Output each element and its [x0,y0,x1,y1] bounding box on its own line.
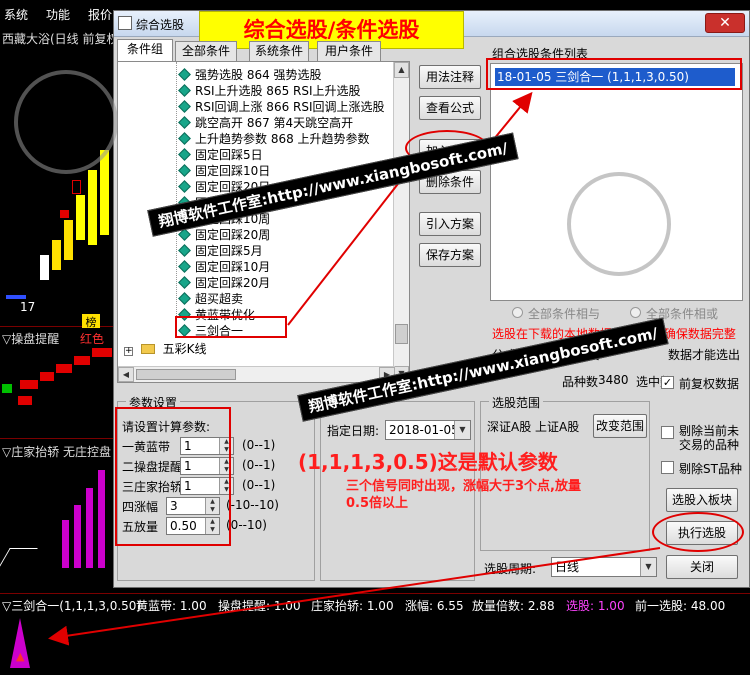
arrow-to-signal [48,547,661,646]
signal-note-annotation: 三个信号同时出现，涨幅大于3个点,放量0.5倍以上 [346,479,581,511]
default-params-annotation: (1,1,1,3,0.5)这是默认参数 [298,450,558,474]
tab-condition-group[interactable]: 条件组 [117,39,173,61]
